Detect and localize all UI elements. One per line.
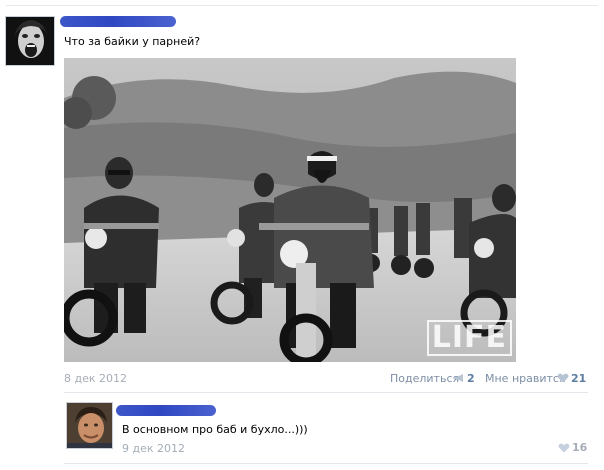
- bottom-divider: [64, 463, 588, 464]
- top-divider: [6, 5, 598, 6]
- comment-date[interactable]: 9 дек 2012: [122, 442, 185, 455]
- comment-author-avatar[interactable]: [66, 402, 113, 449]
- like-count: 21: [571, 372, 587, 385]
- heart-icon[interactable]: [558, 443, 570, 453]
- post-author-avatar[interactable]: [5, 16, 55, 66]
- post-author-name[interactable]: [60, 16, 176, 27]
- post-text: Что за байки у парней?: [64, 35, 201, 48]
- post-photo[interactable]: LIFE: [64, 58, 516, 362]
- bikers-photo: [64, 58, 516, 362]
- post-date[interactable]: 8 дек 2012: [64, 372, 127, 385]
- share-button[interactable]: Поделиться: [390, 372, 459, 385]
- like-button[interactable]: Мне нравится: [485, 372, 566, 385]
- heart-icon[interactable]: [557, 373, 569, 383]
- share-count: 2: [467, 372, 475, 385]
- megaphone-icon[interactable]: [453, 373, 465, 383]
- comment-divider: [64, 392, 588, 393]
- comment-text: В основном про баб и бухло...))): [122, 423, 308, 436]
- comment-author-name[interactable]: [116, 405, 216, 416]
- comment-like-count: 16: [572, 441, 588, 454]
- life-watermark: LIFE: [426, 320, 512, 356]
